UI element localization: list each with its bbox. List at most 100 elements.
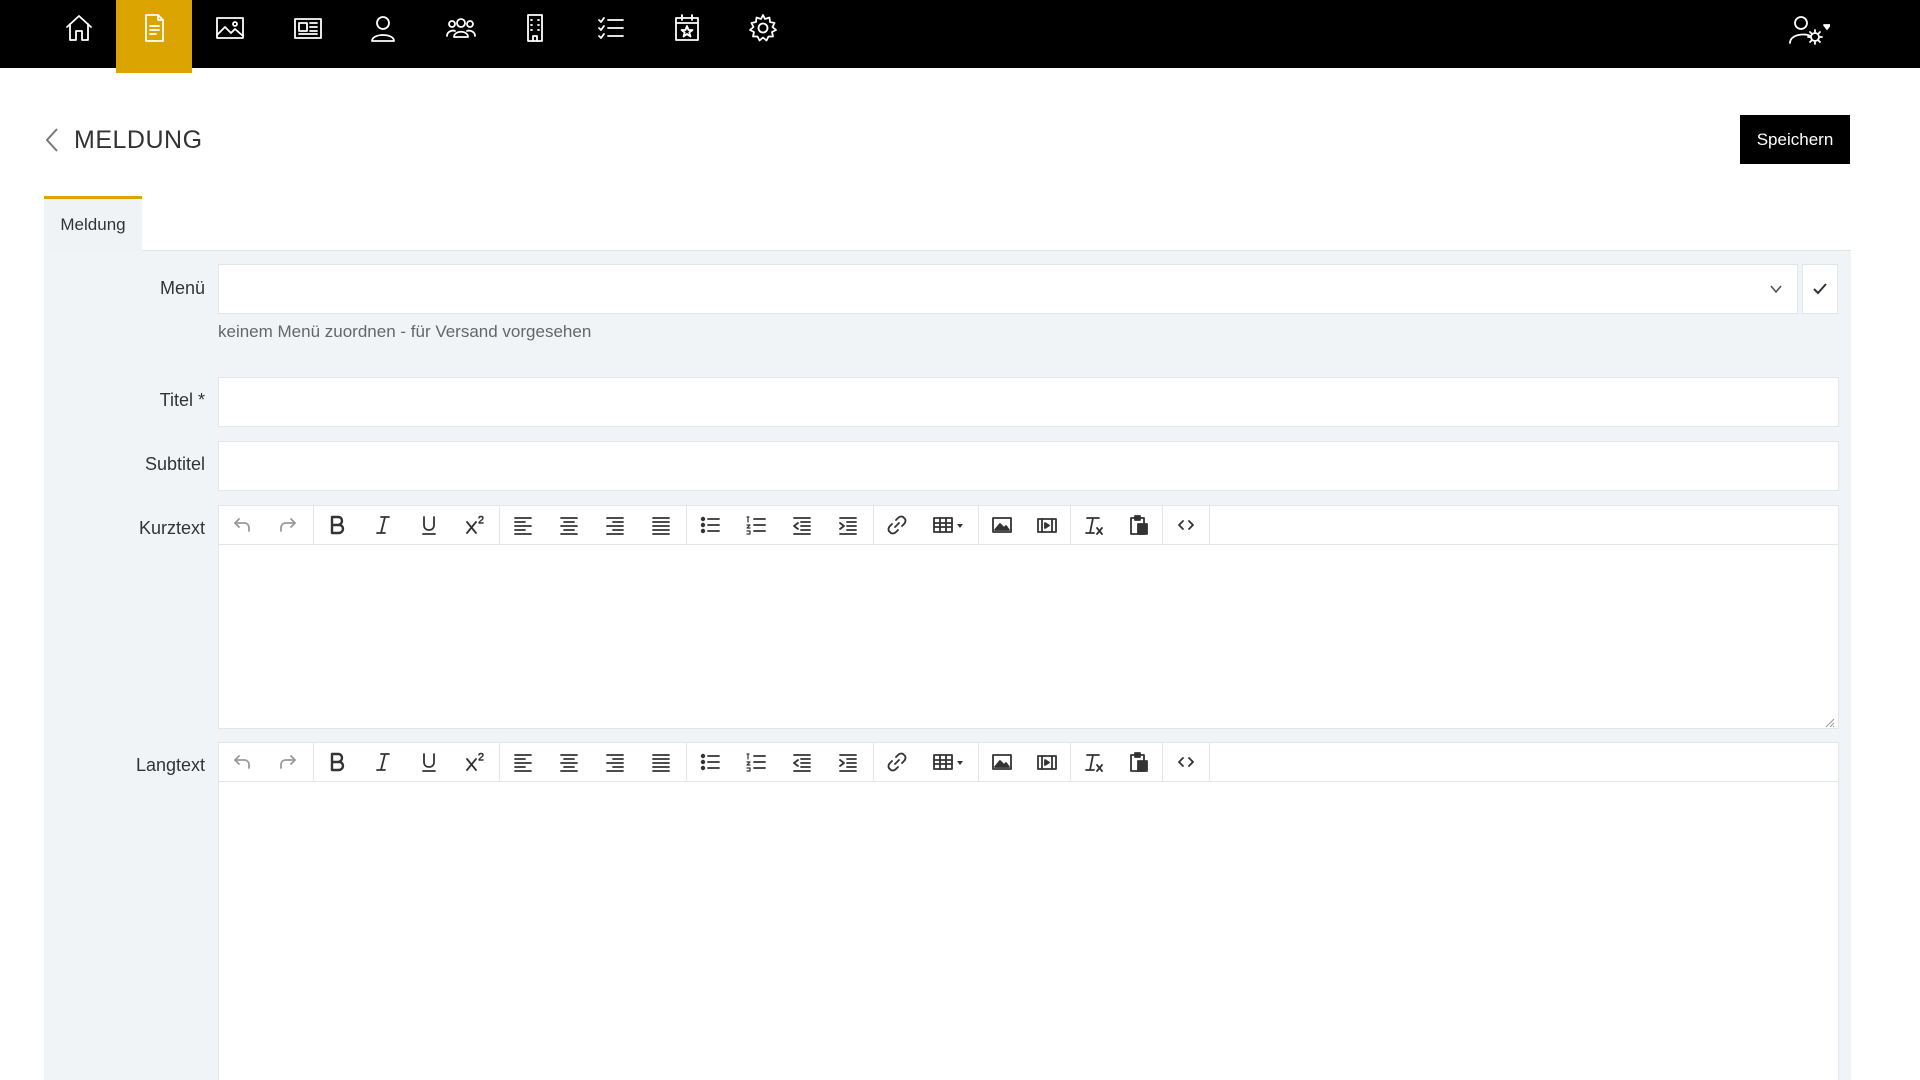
kurztext-label: Kurztext — [138, 518, 205, 538]
nav-tasks[interactable] — [573, 0, 649, 68]
langtext-label: Langtext — [135, 755, 205, 775]
document-icon — [145, 14, 164, 42]
undo-button[interactable] — [219, 743, 265, 781]
source-code-button[interactable] — [1163, 506, 1209, 544]
outdent-button[interactable] — [779, 743, 825, 781]
subtitle-input[interactable] — [218, 441, 1839, 491]
align-justify-icon — [652, 517, 670, 535]
tab-meldung[interactable]: Meldung — [44, 196, 142, 251]
nav-buildings[interactable] — [497, 0, 573, 68]
menu-hint: keinem Menü zuordnen - für Versand vorge… — [218, 322, 592, 341]
link-button[interactable] — [874, 506, 920, 544]
bullet-list-icon — [700, 753, 720, 771]
home-icon — [66, 15, 92, 41]
calendar-star-icon — [675, 14, 699, 41]
title-input[interactable] — [218, 377, 1839, 427]
clear-format-button[interactable] — [1071, 506, 1117, 544]
indent-button[interactable] — [825, 743, 871, 781]
nav-settings[interactable] — [725, 0, 801, 68]
outdent-icon — [793, 517, 811, 535]
numbered-list-button[interactable] — [733, 506, 779, 544]
link-button[interactable] — [874, 743, 920, 781]
underline-button[interactable] — [406, 506, 452, 544]
numbered-list-icon — [746, 753, 766, 772]
superscript-button[interactable] — [452, 506, 498, 544]
italic-icon — [376, 753, 390, 771]
outdent-icon — [793, 754, 811, 772]
nav-groups[interactable] — [423, 0, 499, 68]
align-right-button[interactable] — [592, 506, 638, 544]
undo-icon — [234, 755, 250, 769]
italic-button[interactable] — [360, 743, 406, 781]
undo-button[interactable] — [219, 506, 265, 544]
link-icon — [887, 752, 907, 772]
redo-button[interactable] — [265, 743, 311, 781]
bullet-list-button[interactable] — [687, 743, 733, 781]
underline-button[interactable] — [406, 743, 452, 781]
table-icon — [933, 517, 963, 533]
insert-media-button[interactable] — [1025, 506, 1071, 544]
align-left-button[interactable] — [500, 743, 546, 781]
menu-label: Menü — [159, 278, 205, 298]
insert-image-button[interactable] — [979, 743, 1025, 781]
source-code-button[interactable] — [1163, 743, 1209, 781]
paste-text-button[interactable] — [1117, 743, 1163, 781]
clear-format-button[interactable] — [1071, 743, 1117, 781]
align-justify-button[interactable] — [638, 743, 684, 781]
subtitle-label: Subtitel — [144, 454, 205, 474]
align-right-icon — [606, 517, 624, 535]
newspaper-icon — [294, 18, 322, 39]
align-center-button[interactable] — [546, 506, 592, 544]
nav-events[interactable] — [649, 0, 725, 68]
bold-icon — [330, 515, 345, 535]
back-button[interactable] — [44, 125, 66, 155]
numbered-list-button[interactable] — [733, 743, 779, 781]
gear-icon — [749, 14, 777, 42]
align-left-button[interactable] — [500, 506, 546, 544]
redo-icon — [280, 755, 296, 769]
align-justify-button[interactable] — [638, 506, 684, 544]
superscript-icon — [466, 752, 484, 771]
menu-select[interactable] — [218, 264, 1798, 314]
nav-documents[interactable] — [116, 0, 192, 73]
nav-user[interactable] — [345, 0, 421, 68]
underline-icon — [422, 516, 436, 535]
kurztext-editor-body[interactable] — [219, 545, 1838, 728]
nav-home[interactable] — [41, 0, 117, 68]
insert-media-button[interactable] — [1025, 743, 1071, 781]
check-icon — [1813, 283, 1827, 295]
chevron-left-icon — [45, 128, 58, 152]
nav-news[interactable] — [270, 0, 346, 68]
page-title: MELDUNG — [74, 125, 203, 154]
bullet-list-icon — [700, 516, 720, 534]
nav-images[interactable] — [192, 0, 268, 68]
superscript-button[interactable] — [452, 743, 498, 781]
outdent-button[interactable] — [779, 506, 825, 544]
bold-icon — [330, 752, 345, 772]
indent-button[interactable] — [825, 506, 871, 544]
italic-button[interactable] — [360, 506, 406, 544]
bold-button[interactable] — [314, 506, 360, 544]
table-button[interactable] — [920, 506, 978, 544]
table-button[interactable] — [920, 743, 978, 781]
table-icon — [933, 754, 963, 770]
bullet-list-button[interactable] — [687, 506, 733, 544]
langtext-editor — [218, 742, 1839, 1080]
paste-text-button[interactable] — [1117, 506, 1163, 544]
align-center-icon — [560, 517, 578, 535]
insert-image-button[interactable] — [979, 506, 1025, 544]
top-navigation — [0, 0, 1920, 73]
align-right-button[interactable] — [592, 743, 638, 781]
save-button[interactable]: Speichern — [1740, 115, 1850, 164]
image-icon — [216, 17, 244, 39]
user-settings-menu[interactable] — [1788, 12, 1842, 48]
bold-button[interactable] — [314, 743, 360, 781]
tab-bar: Meldung — [44, 196, 1851, 251]
langtext-editor-body[interactable] — [219, 782, 1838, 1080]
align-left-icon — [514, 517, 532, 535]
resize-handle-icon[interactable] — [1825, 715, 1835, 728]
menu-confirm-button[interactable] — [1802, 264, 1838, 314]
align-center-button[interactable] — [546, 743, 592, 781]
chevron-down-icon — [1769, 282, 1783, 296]
redo-button[interactable] — [265, 506, 311, 544]
